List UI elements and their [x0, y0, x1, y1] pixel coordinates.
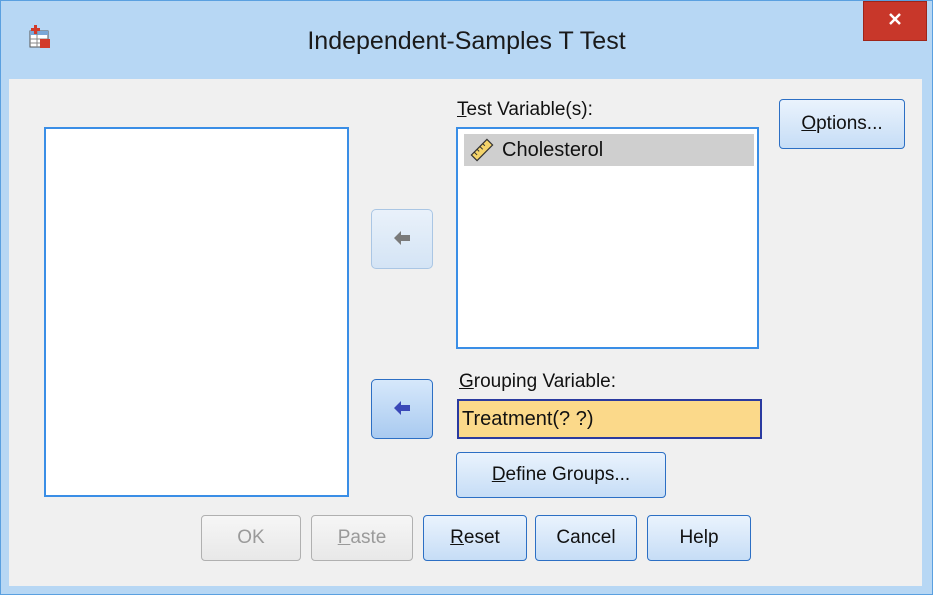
test-variable-list[interactable]: Cholesterol [456, 127, 759, 349]
source-variable-list[interactable] [44, 127, 349, 497]
arrow-move-icon [391, 228, 413, 251]
arrow-move-icon [391, 398, 413, 421]
move-to-test-variables-button[interactable] [371, 209, 433, 269]
list-item-label: Cholesterol [502, 138, 604, 161]
close-button[interactable] [863, 1, 927, 41]
move-to-grouping-variable-button[interactable] [371, 379, 433, 439]
cancel-button[interactable]: Cancel [535, 515, 637, 561]
test-variables-label: Test Variable(s): [457, 99, 593, 120]
ok-button[interactable]: OK [201, 515, 301, 561]
define-groups-button[interactable]: Define Groups... [456, 452, 666, 498]
grouping-variable-label: Grouping Variable: [459, 371, 617, 392]
grouping-variable-field[interactable]: Treatment(? ?) [457, 399, 762, 439]
options-button[interactable]: Options... [779, 99, 905, 149]
dialog-body: Test Variable(s): Cholesterol O ptions..… [9, 79, 922, 586]
list-item-cholesterol[interactable]: Cholesterol [464, 134, 754, 166]
scale-ruler-icon [470, 138, 494, 162]
help-button[interactable]: Help [647, 515, 751, 561]
reset-button[interactable]: Reset [423, 515, 527, 561]
close-icon [887, 11, 903, 32]
dialog-window: Independent-Samples T Test Test Variable… [0, 0, 933, 595]
title-bar[interactable]: Independent-Samples T Test [1, 1, 932, 79]
window-title: Independent-Samples T Test [307, 27, 626, 55]
paste-button[interactable]: Paste [311, 515, 413, 561]
